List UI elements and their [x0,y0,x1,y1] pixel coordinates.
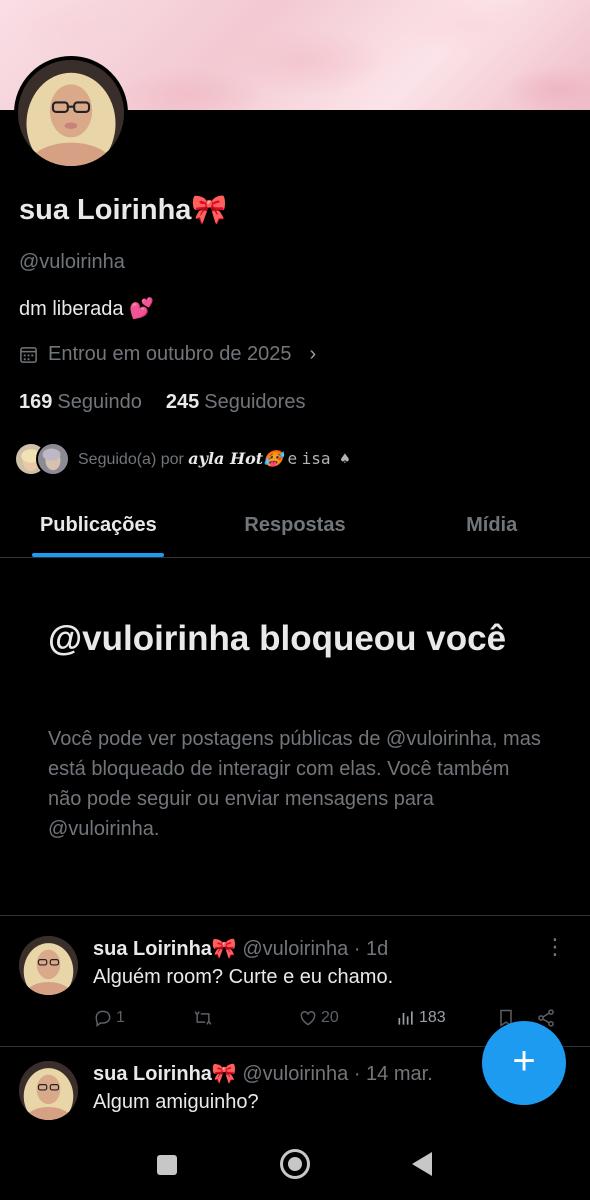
tab-replies[interactable]: Respostas [197,500,394,557]
system-nav-bar [0,1130,590,1200]
post-avatar[interactable] [19,936,78,995]
following-label: Seguindo [57,391,142,413]
back-button[interactable] [412,1152,432,1176]
joined-date-row[interactable]: Entrou em outubro de 2025 › [19,343,316,366]
tab-media[interactable]: Mídia [393,500,590,557]
tab-posts[interactable]: Publicações [0,500,197,557]
post-avatar[interactable] [19,1061,78,1120]
reply-icon [95,1010,111,1027]
following-count: 169 [19,391,53,413]
followed-by-user2: isa ♠ [301,449,350,468]
follower-avatar-2 [36,442,70,476]
profile-tabs: Publicações Respostas Mídia [0,500,590,558]
more-icon[interactable]: ⋮ [544,934,566,960]
profile-bio: dm liberada 💕 [19,298,154,320]
like-button[interactable]: 20 [298,1008,396,1028]
heart-icon [300,1010,316,1026]
profile-name: sua Loirinha🎀 [19,194,228,226]
post-text: Alguém room? Curte e eu chamo. [93,966,394,988]
avatar-photo [18,60,124,166]
profile-avatar[interactable] [14,56,128,170]
like-count: 20 [321,1009,339,1026]
retweet-button[interactable] [193,1008,298,1028]
followers-label: Seguidores [204,391,306,413]
post-meta: @vuloirinha · 1d [242,938,389,960]
home-button[interactable] [280,1149,310,1179]
reply-count: 1 [116,1009,125,1026]
post-author-name[interactable]: sua Loirinha🎀 [93,938,237,960]
reply-button[interactable]: 1 [93,1008,193,1028]
followers-count: 245 [165,391,200,413]
post-text: Algum amiguinho? [93,1091,259,1113]
retweet-icon [194,1011,212,1025]
post-header: sua Loirinha🎀 @vuloirinha · 1d [93,936,388,961]
post-header: sua Loirinha🎀 @vuloirinha · 14 mar. [93,1061,433,1086]
views-icon [398,1011,413,1025]
compose-button[interactable]: + [482,1021,566,1105]
blocked-description: Você pode ver postagens públicas de @vul… [48,728,541,840]
followers-link[interactable]: 245 Seguidores [166,391,306,414]
post-meta: @vuloirinha · 14 mar. [242,1063,433,1085]
post-actions: 1 20 183 [93,1008,563,1028]
chevron-right-icon: › [309,343,317,365]
calendar-icon [20,347,37,363]
followed-by-prefix: Seguido(a) por [78,451,184,468]
blocked-title: @vuloirinha bloqueou você [48,619,507,658]
views-count: 183 [419,1009,446,1026]
views-button[interactable]: 183 [396,1008,496,1028]
followed-by-sep: e [287,449,298,468]
profile-handle: @vuloirinha [19,251,125,273]
followed-by-row[interactable]: Seguido(a) por ayla Hot🥵 e isa ♠ [14,442,350,476]
recent-apps-button[interactable] [157,1155,177,1175]
post-author-name[interactable]: sua Loirinha🎀 [93,1063,237,1085]
joined-label: Entrou em outubro de 2025 [48,343,292,365]
followed-by-user1: ayla Hot🥵 [188,449,284,468]
following-link[interactable]: 169 Seguindo [19,391,142,414]
follow-stats: 169 Seguindo 245 Seguidores [19,391,305,414]
compose-icon: + [512,1039,536,1083]
